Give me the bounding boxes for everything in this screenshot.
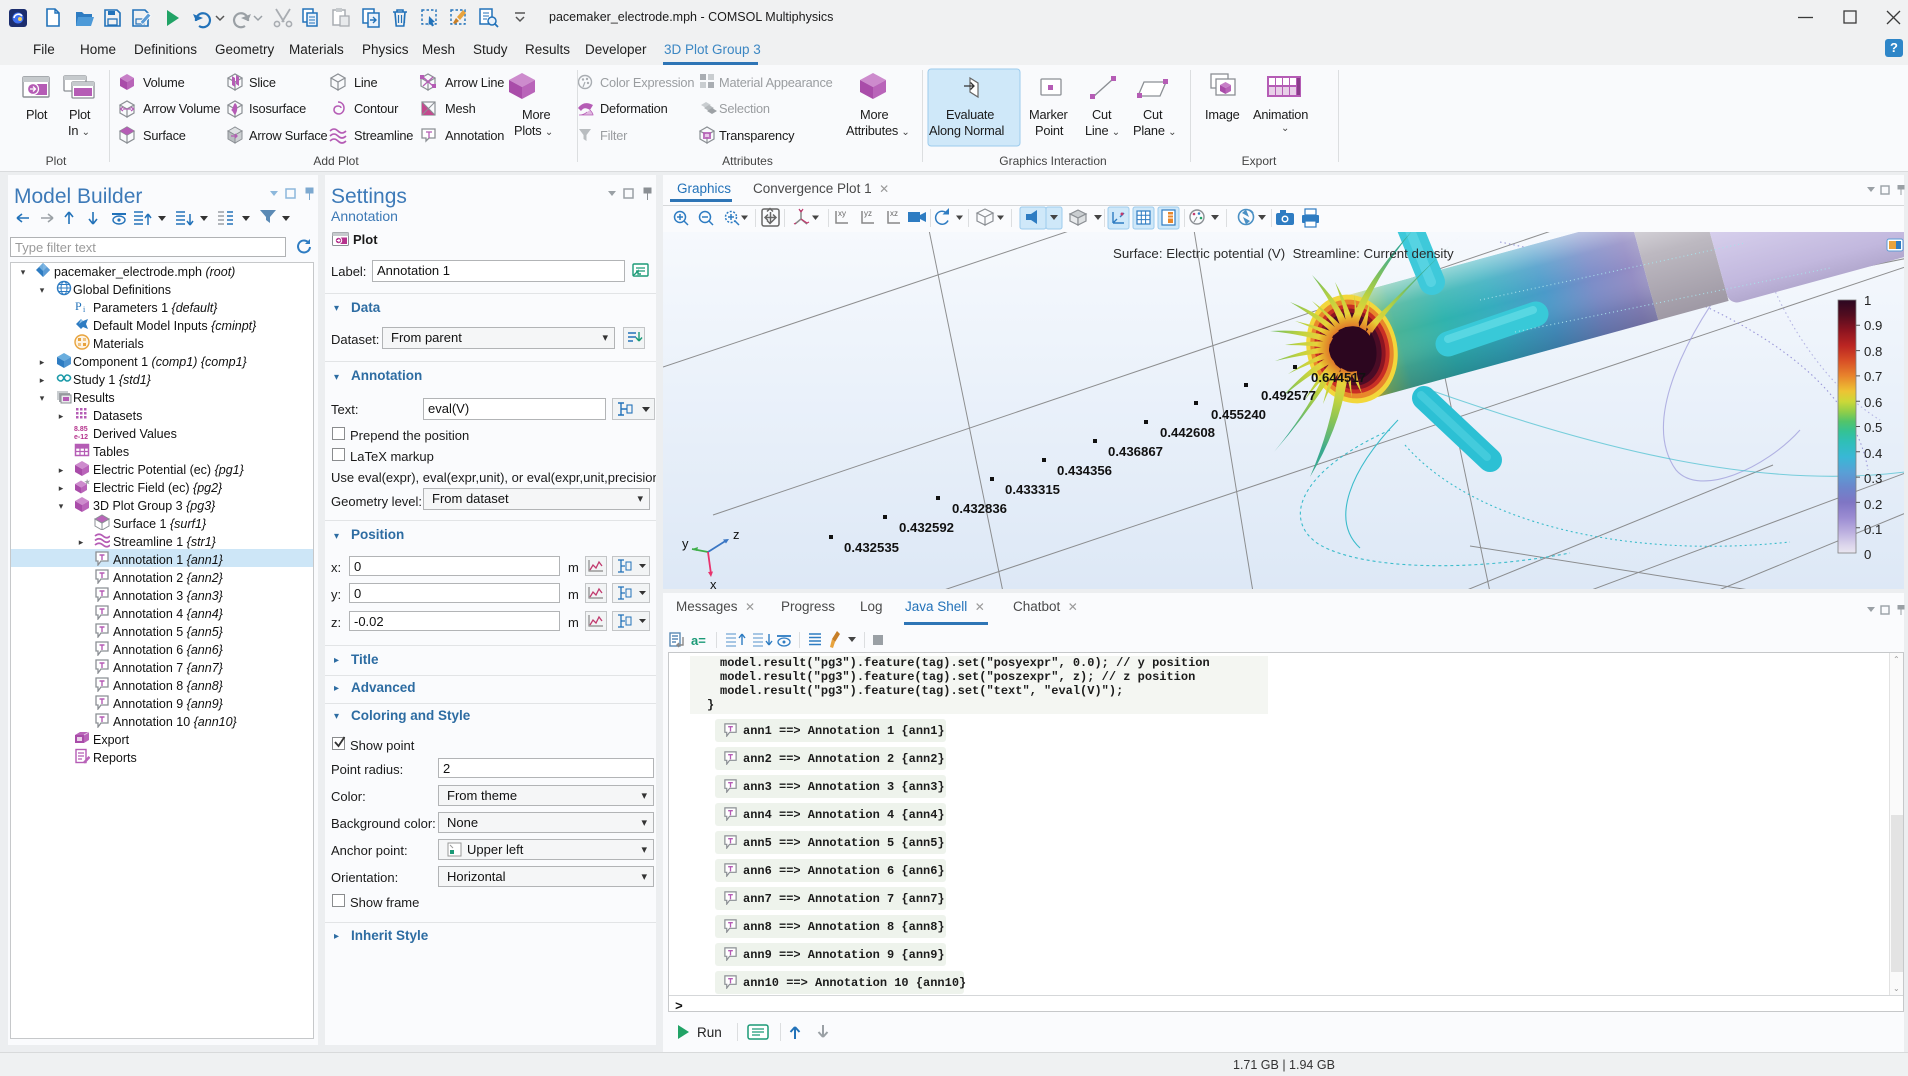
svg-text:a=: a= [691,633,706,648]
svg-text:Run: Run [697,1025,722,1040]
svg-text:z: z [733,527,740,542]
svg-text:0.3: 0.3 [1864,471,1882,486]
svg-text:0.6: 0.6 [1864,395,1882,410]
svg-text:0.8: 0.8 [1864,344,1882,359]
svg-text:0.4: 0.4 [1864,446,1882,461]
svg-text:0.436867: 0.436867 [1108,444,1163,459]
svg-text:xy: xy [838,209,846,218]
svg-text:Surface: Electric potential (V: Surface: Electric potential (V) Streamli… [1113,246,1454,261]
svg-text:0.434356: 0.434356 [1057,463,1112,478]
svg-text:xz: xz [890,209,898,218]
svg-text:0.442608: 0.442608 [1160,425,1215,440]
svg-text:0.492577: 0.492577 [1261,388,1316,403]
svg-text:0.7: 0.7 [1864,369,1882,384]
svg-text:0.455240: 0.455240 [1211,407,1266,422]
svg-text:0.1: 0.1 [1864,522,1882,537]
svg-text:yz: yz [864,209,872,218]
svg-text:y: y [682,536,689,551]
svg-text:0.432592: 0.432592 [899,520,954,535]
svg-text:0.432836: 0.432836 [952,501,1007,516]
svg-text:0.2: 0.2 [1864,497,1882,512]
svg-text:0.5: 0.5 [1864,420,1882,435]
svg-text:x: x [710,577,717,589]
svg-text:0.432535: 0.432535 [844,540,899,555]
svg-text:0.644517: 0.644517 [1311,370,1366,385]
svg-text:1: 1 [1864,293,1871,308]
svg-text:0: 0 [1864,547,1871,562]
svg-text:0.9: 0.9 [1864,318,1882,333]
svg-text:0.433315: 0.433315 [1005,482,1060,497]
